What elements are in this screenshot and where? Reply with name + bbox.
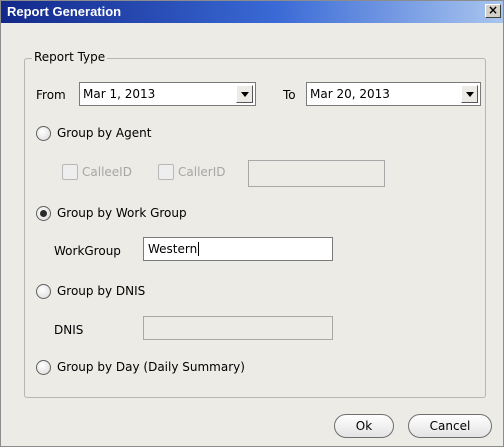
group-by-dnis-label[interactable]: Group by DNIS <box>57 284 145 298</box>
from-date-dropdown-icon[interactable] <box>236 85 253 103</box>
group-by-workgroup-radio[interactable] <box>36 206 51 221</box>
dnis-label: DNIS <box>54 323 84 337</box>
caller-id-label: CallerID <box>178 165 226 179</box>
report-type-group <box>24 58 486 398</box>
close-icon: × <box>487 3 499 17</box>
group-by-day-radio[interactable] <box>36 360 51 375</box>
from-date-value: Mar 1, 2013 <box>83 87 156 101</box>
report-generation-dialog: Report Generation × Report Type From Mar… <box>0 0 504 447</box>
dnis-input[interactable] <box>143 316 333 340</box>
callee-id-checkbox[interactable] <box>62 164 78 180</box>
workgroup-label: WorkGroup <box>54 244 121 258</box>
ok-button[interactable]: Ok <box>334 414 394 438</box>
agent-id-input[interactable] <box>248 160 385 187</box>
cancel-button[interactable]: Cancel <box>408 414 492 438</box>
to-date-dropdown-icon[interactable] <box>461 85 478 103</box>
to-date-select[interactable]: Mar 20, 2013 <box>306 82 481 106</box>
workgroup-value: Western <box>148 242 198 256</box>
from-date-select[interactable]: Mar 1, 2013 <box>79 82 256 106</box>
workgroup-input[interactable]: Western <box>143 237 333 261</box>
caller-id-checkbox[interactable] <box>158 164 174 180</box>
to-label: To <box>283 88 296 102</box>
close-button[interactable]: × <box>485 4 501 18</box>
group-by-agent-radio[interactable] <box>36 126 51 141</box>
callee-id-label: CalleeID <box>82 165 132 179</box>
to-date-value: Mar 20, 2013 <box>310 87 390 101</box>
group-by-dnis-radio[interactable] <box>36 284 51 299</box>
title-bar[interactable]: Report Generation × <box>1 1 503 23</box>
from-label: From <box>36 88 66 102</box>
window-title: Report Generation <box>7 4 122 19</box>
text-caret <box>198 242 200 256</box>
report-type-legend: Report Type <box>32 50 108 64</box>
group-by-day-label[interactable]: Group by Day (Daily Summary) <box>57 360 245 374</box>
group-by-agent-label[interactable]: Group by Agent <box>57 126 151 140</box>
group-by-workgroup-label[interactable]: Group by Work Group <box>57 206 187 220</box>
